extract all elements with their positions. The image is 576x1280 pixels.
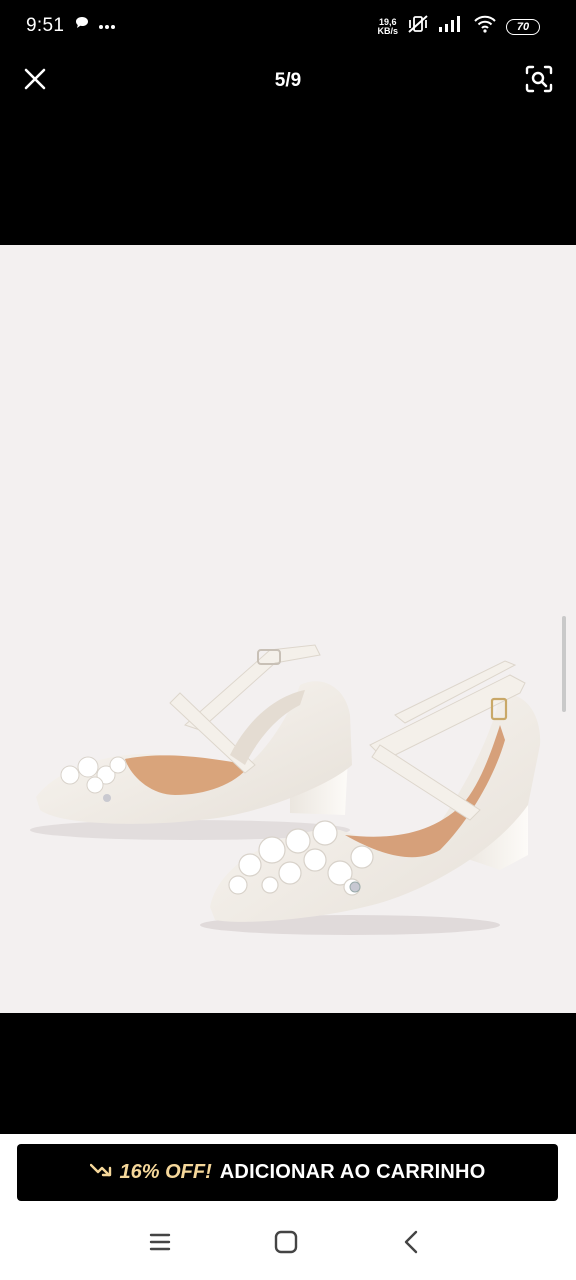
product-image[interactable] — [0, 245, 576, 1013]
add-to-cart-button[interactable]: 16% OFF! ADICIONAR AO CARRINHO — [17, 1144, 558, 1201]
recents-button[interactable] — [142, 1228, 178, 1260]
cta-zone: 16% OFF! ADICIONAR AO CARRINHO — [0, 1134, 576, 1206]
top-bar: 5/9 — [0, 52, 576, 110]
home-icon — [274, 1230, 298, 1259]
page-counter: 5/9 — [274, 70, 302, 91]
discount-label: 16% OFF! — [119, 1161, 212, 1183]
chat-bubble-icon — [74, 15, 90, 36]
status-time: 9:51 — [26, 15, 65, 36]
trending-down-icon — [89, 1162, 112, 1183]
network-speed: 19,6 KB/s — [377, 16, 398, 36]
back-button[interactable] — [393, 1228, 429, 1260]
more-dots-icon — [98, 17, 116, 35]
back-icon — [403, 1230, 419, 1259]
system-nav-bar — [0, 1206, 576, 1280]
image-search-icon — [525, 65, 553, 98]
home-button[interactable] — [268, 1228, 304, 1260]
product-photo-white-heels — [30, 644, 541, 935]
recents-icon — [149, 1232, 171, 1257]
mute-vibrate-icon — [407, 14, 429, 39]
status-bar: 9:51 19,6 KB/s 70 — [0, 0, 576, 52]
signal-icon — [438, 15, 464, 38]
add-to-cart-label: ADICIONAR AO CARRINHO — [219, 1161, 486, 1183]
wifi-icon — [473, 15, 497, 38]
image-search-button[interactable] — [522, 64, 556, 98]
battery-icon: 70 — [506, 18, 540, 35]
scroll-indicator — [562, 616, 566, 712]
